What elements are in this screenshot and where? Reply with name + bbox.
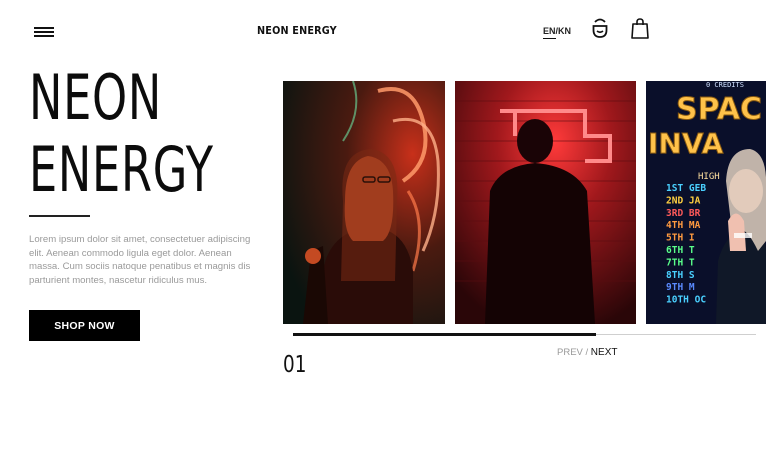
slide-red-neon-man[interactable] bbox=[455, 81, 636, 324]
hero-title-line2: ENERGY bbox=[29, 133, 214, 206]
next-button[interactable]: NEXT bbox=[591, 347, 618, 358]
arcade-score-row: 5TH I bbox=[666, 233, 695, 244]
arcade-score-row: 2ND JA bbox=[666, 195, 701, 206]
slider-pager: PREV / NEXT bbox=[557, 347, 617, 358]
slide-counter: 01 bbox=[283, 352, 307, 378]
brand-logo[interactable]: NEON ENERGY bbox=[257, 24, 337, 37]
arcade-score-row: 9TH M bbox=[666, 282, 695, 293]
title-divider bbox=[29, 215, 90, 217]
arcade-score-row: 1ST GEB bbox=[666, 183, 706, 194]
arcade-score-header: HIGH bbox=[698, 172, 720, 182]
slider-progress bbox=[293, 333, 597, 336]
slider-track[interactable] bbox=[293, 333, 756, 336]
arcade-headline-1: SPAC bbox=[676, 92, 762, 127]
hero-title: NEON ENERGY bbox=[29, 62, 214, 206]
slide-neon-sign-woman[interactable] bbox=[283, 81, 445, 324]
bag-icon[interactable] bbox=[631, 18, 649, 40]
arcade-headline-2: INVA bbox=[648, 127, 724, 160]
lang-en[interactable]: EN bbox=[543, 26, 556, 39]
arcade-score-row: 7TH T bbox=[666, 257, 695, 268]
hero-description: Lorem ipsum dolor sit amet, consectetuer… bbox=[29, 234, 251, 286]
arcade-score-row: 6TH T bbox=[666, 245, 695, 256]
slide-arcade-scoreboard[interactable]: 0 CREDITS SPAC INVA HIGH 1ST GEB 2ND JA 3R… bbox=[646, 81, 766, 324]
arcade-score-row: 4TH MA bbox=[666, 220, 701, 231]
shop-now-button[interactable]: SHOP NOW bbox=[29, 310, 140, 341]
arcade-score-row: 8TH S bbox=[666, 270, 695, 281]
lang-kn[interactable]: KN bbox=[558, 26, 571, 36]
arcade-score-row: 10TH OC bbox=[666, 295, 706, 306]
prev-button[interactable]: PREV bbox=[557, 347, 583, 358]
hero-title-line1: NEON bbox=[29, 61, 163, 134]
arcade-credits-text: 0 CREDITS bbox=[706, 81, 744, 89]
pager-separator: / bbox=[585, 347, 589, 358]
language-switcher[interactable]: EN/KN bbox=[543, 26, 571, 39]
arcade-score-row: 3RD BR bbox=[666, 208, 701, 219]
menu-icon[interactable] bbox=[34, 27, 54, 37]
user-icon[interactable] bbox=[591, 18, 609, 40]
